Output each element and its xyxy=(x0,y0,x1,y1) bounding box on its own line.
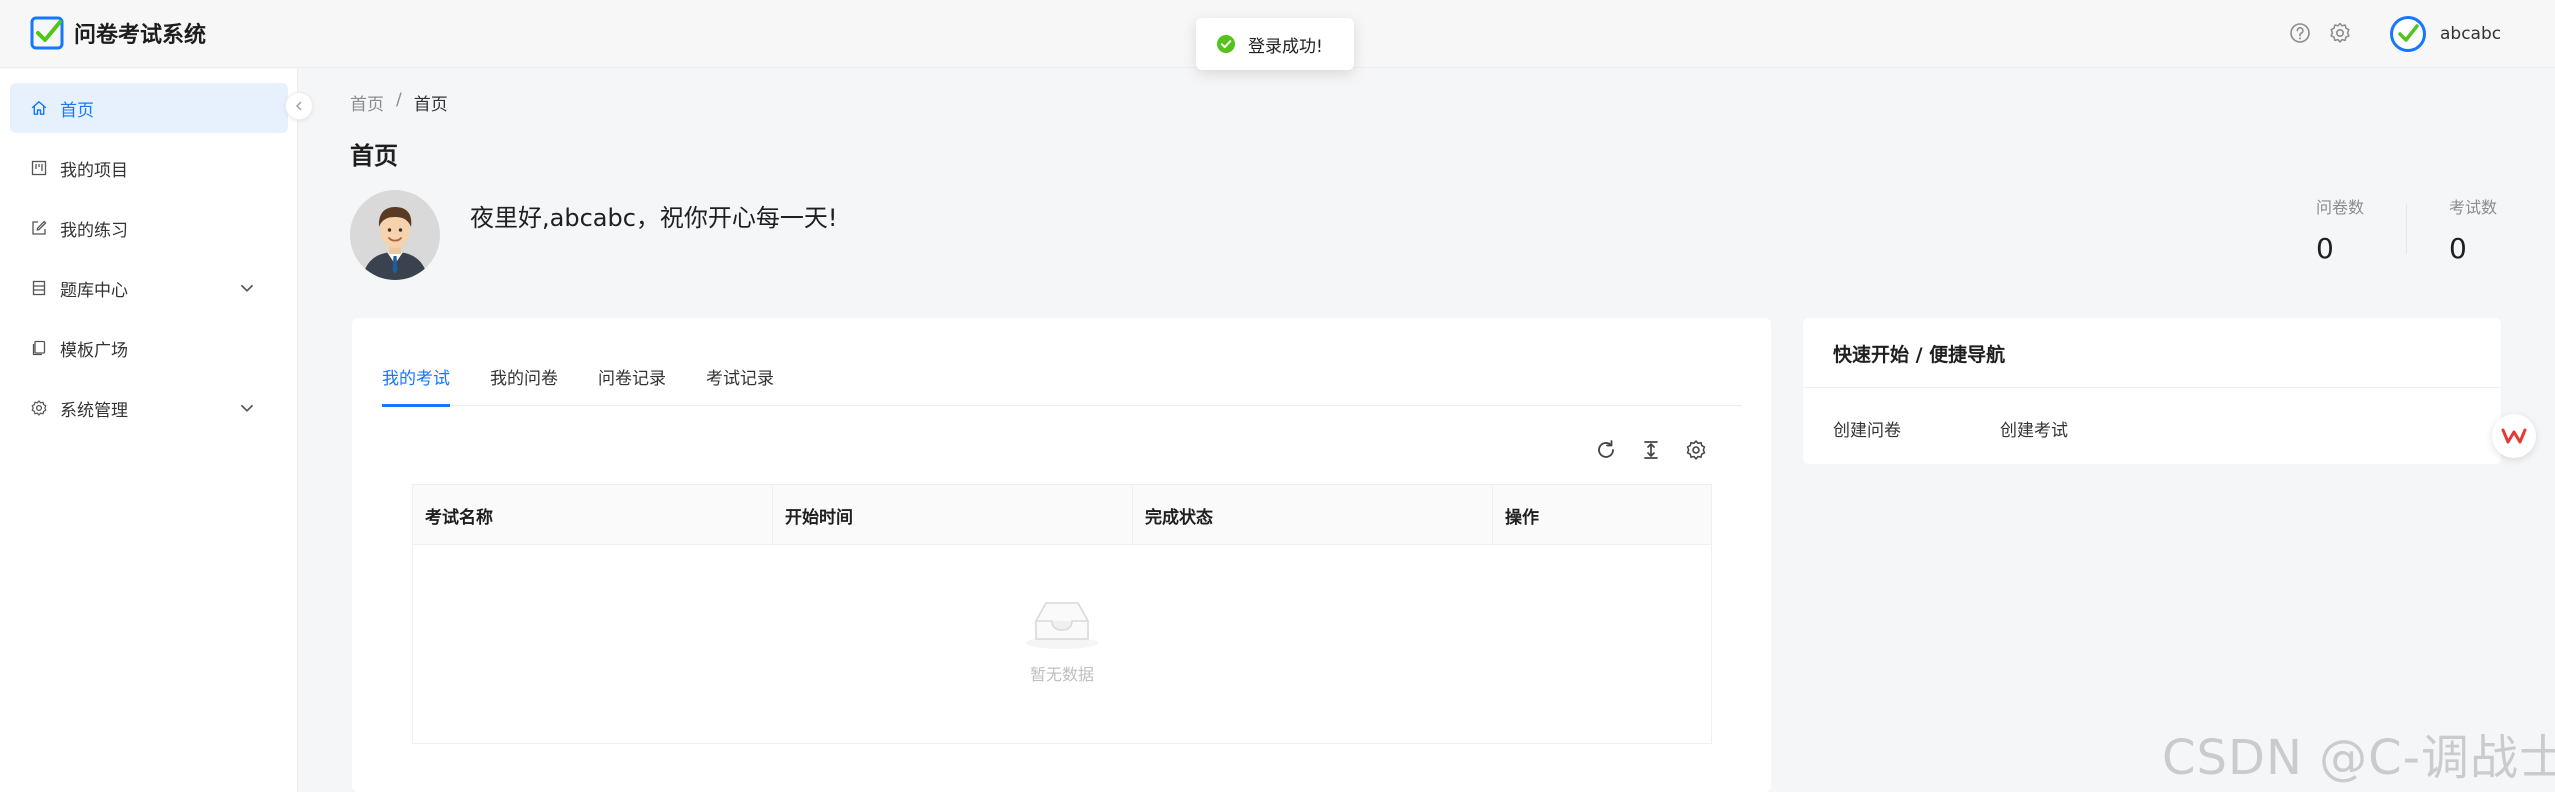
column-header[interactable]: 考试名称 xyxy=(413,485,773,545)
tab-exam-records[interactable]: 考试记录 xyxy=(706,364,774,406)
divider xyxy=(1803,387,2501,388)
exam-table: 考试名称 开始时间 完成状态 操作 暂无数据 xyxy=(412,484,1712,744)
chevron-down-icon xyxy=(241,404,253,412)
chevron-left-icon xyxy=(296,101,302,111)
user-avatar xyxy=(2390,16,2426,52)
breadcrumb: 首页 / 首页 xyxy=(350,90,448,115)
sidebar-item-label: 题库中心 xyxy=(60,280,128,301)
sidebar-item-label: 系统管理 xyxy=(60,400,128,421)
stat-questionnaires: 问卷数 0 xyxy=(2316,194,2364,265)
stat-label: 问卷数 xyxy=(2316,198,2365,217)
floating-w-button[interactable] xyxy=(2492,414,2536,458)
page-title: 首页 xyxy=(350,142,398,170)
toast-message: 登录成功! xyxy=(1248,36,1323,57)
sidebar-item-templates[interactable]: 模板广场 xyxy=(10,323,288,373)
tab-my-questionnaires[interactable]: 我的问卷 xyxy=(490,364,558,406)
home-icon xyxy=(31,101,47,115)
tab-questionnaire-records[interactable]: 问卷记录 xyxy=(598,364,666,406)
sidebar: 首页 我的项目 我的练习 题库中心 模板广场 系统管理 xyxy=(0,69,298,792)
sidebar-item-label: 首页 xyxy=(60,100,94,121)
stat-label: 考试数 xyxy=(2449,198,2498,217)
empty-inbox-icon xyxy=(1026,602,1098,649)
project-icon xyxy=(31,160,47,176)
breadcrumb-separator: / xyxy=(396,90,402,110)
stat-divider xyxy=(2406,204,2407,254)
settings-icon xyxy=(31,400,47,416)
breadcrumb-current: 首页 xyxy=(413,95,448,115)
user-menu[interactable]: abcabc xyxy=(2390,16,2501,52)
sidebar-collapse-button[interactable] xyxy=(285,92,313,120)
welcome-avatar xyxy=(350,190,440,280)
stat-value: 0 xyxy=(2449,232,2467,265)
table-settings-icon[interactable] xyxy=(1684,438,1708,462)
sidebar-item-question-bank[interactable]: 题库中心 xyxy=(10,263,288,313)
bank-icon xyxy=(32,280,46,296)
records-tabs: 我的考试 我的问卷 问卷记录 考试记录 xyxy=(382,364,1742,407)
stat-value: 0 xyxy=(2316,232,2334,265)
sidebar-item-projects[interactable]: 我的项目 xyxy=(10,143,288,193)
welcome-greeting: 夜里好,abcabc，祝你开心每一天! xyxy=(470,204,838,232)
column-header[interactable]: 开始时间 xyxy=(773,485,1133,545)
table-header: 考试名称 开始时间 完成状态 操作 xyxy=(413,485,1711,545)
sidebar-item-label: 我的练习 xyxy=(60,220,128,241)
column-height-icon[interactable] xyxy=(1639,438,1663,462)
column-header[interactable]: 操作 xyxy=(1493,485,1711,545)
create-questionnaire-link[interactable]: 创建问卷 xyxy=(1833,416,1901,441)
empty-state: 暂无数据 xyxy=(413,595,1711,685)
sidebar-item-practice[interactable]: 我的练习 xyxy=(10,203,288,253)
sidebar-item-label: 模板广场 xyxy=(60,340,128,361)
records-card: 我的考试 我的问卷 问卷记录 考试记录 考试名称 开始时间 完成状态 操作 暂无… xyxy=(352,318,1771,792)
watermark: CSDN @C-调战士 xyxy=(2162,730,2555,786)
column-header[interactable]: 完成状态 xyxy=(1133,485,1493,545)
sidebar-item-home[interactable]: 首页 xyxy=(10,83,288,133)
stat-exams: 考试数 0 xyxy=(2449,194,2497,265)
chevron-down-icon xyxy=(241,284,253,292)
username: abcabc xyxy=(2440,24,2502,44)
create-exam-link[interactable]: 创建考试 xyxy=(2000,416,2068,441)
app-logo[interactable]: 问卷考试系统 xyxy=(30,16,206,50)
refresh-icon[interactable] xyxy=(1594,438,1618,462)
sidebar-item-system[interactable]: 系统管理 xyxy=(10,383,288,433)
quick-nav-card: 快速开始 / 便捷导航 创建问卷 创建考试 xyxy=(1803,318,2501,464)
success-toast: 登录成功! xyxy=(1196,18,1354,70)
help-icon[interactable] xyxy=(2287,20,2313,46)
app-title: 问卷考试系统 xyxy=(74,23,207,48)
empty-text: 暂无数据 xyxy=(1029,665,1094,684)
tab-my-exams[interactable]: 我的考试 xyxy=(382,364,450,407)
quick-nav-title: 快速开始 / 便捷导航 xyxy=(1833,344,2006,366)
sidebar-item-label: 我的项目 xyxy=(60,160,128,181)
template-icon xyxy=(32,340,46,356)
settings-gear-icon[interactable] xyxy=(2327,20,2353,46)
breadcrumb-root[interactable]: 首页 xyxy=(350,90,384,115)
check-circle-icon xyxy=(1217,35,1235,53)
edit-icon xyxy=(32,220,47,235)
w-logo-icon xyxy=(2501,428,2527,444)
logo-check-icon xyxy=(30,16,64,50)
